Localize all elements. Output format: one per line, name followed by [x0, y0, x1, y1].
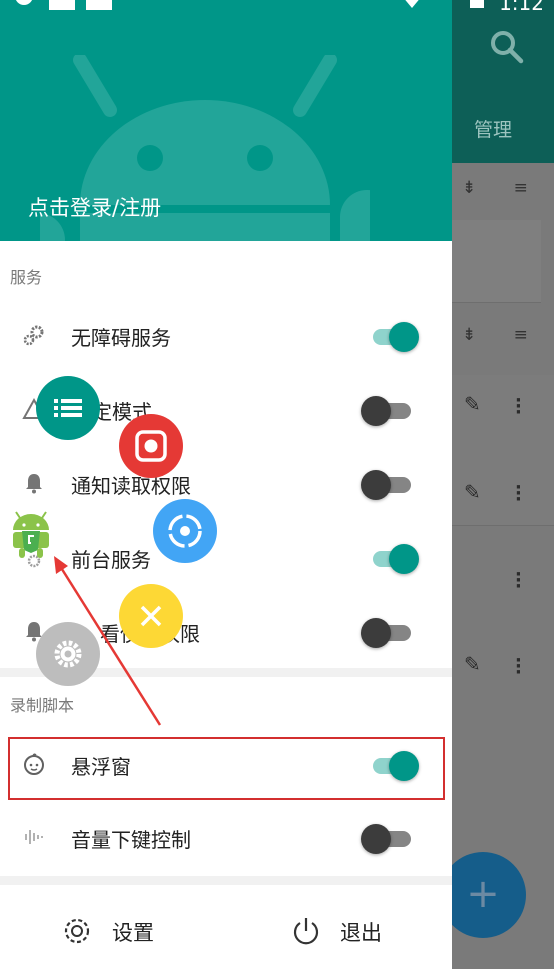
target-icon: [168, 514, 202, 548]
float-list-button[interactable]: [36, 376, 100, 440]
record-icon: [135, 430, 167, 462]
annotation-arrow: [54, 556, 162, 726]
float-record-button[interactable]: [119, 414, 183, 478]
float-settings-button[interactable]: [36, 622, 100, 686]
float-close-button[interactable]: [119, 584, 183, 648]
close-icon: [140, 605, 162, 627]
android-js-bubble-icon[interactable]: [10, 510, 52, 562]
float-target-button[interactable]: [153, 499, 217, 563]
list-icon: [54, 399, 82, 417]
gear-icon: [54, 640, 82, 668]
